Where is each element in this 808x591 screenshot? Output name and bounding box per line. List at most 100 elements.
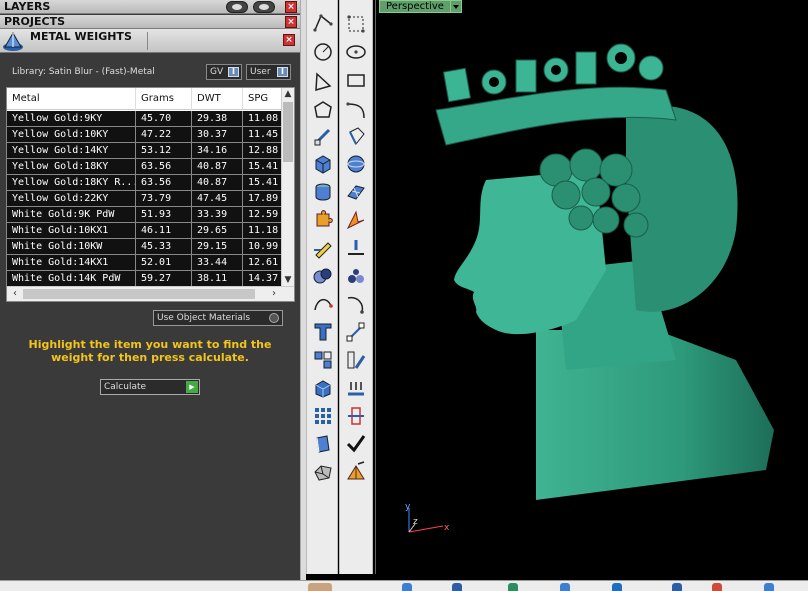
dwt-cell: 33.44 <box>192 255 243 270</box>
column-header-dwt[interactable]: DWT <box>192 88 243 110</box>
grid-tool-icon[interactable] <box>311 404 335 428</box>
puzzle-tool-icon[interactable] <box>311 208 335 232</box>
grams-cell: 47.22 <box>136 127 192 142</box>
mesh-tool-icon[interactable] <box>311 460 335 484</box>
cylinder-tool-icon[interactable] <box>311 180 335 204</box>
solid-box-icon[interactable] <box>311 376 335 400</box>
table-row[interactable]: White Gold:9K PdW 51.93 33.39 12.59 <box>7 207 282 223</box>
axis-z-label: z <box>413 517 418 527</box>
surface-tool-icon[interactable] <box>344 180 368 204</box>
pyramid-tool-icon[interactable] <box>344 460 368 484</box>
transform-tool-icon[interactable] <box>311 124 335 148</box>
boolean-spheres-icon[interactable] <box>311 264 335 288</box>
metal-weights-table[interactable]: Metal Grams DWT SPG Yellow Gold:9KY 45.70… <box>6 87 295 302</box>
table-row[interactable]: Yellow Gold:22KY 73.79 47.45 17.89 <box>7 191 282 207</box>
vertical-scrollbar[interactable]: ▲ ▼ <box>281 88 294 286</box>
sphere-tool-icon[interactable] <box>344 152 368 176</box>
rectangle-tool-icon[interactable] <box>344 68 368 92</box>
horizontal-scrollbar[interactable]: ‹ › <box>7 286 294 301</box>
table-row[interactable]: White Gold:14KX1 52.01 33.44 12.61 <box>7 255 282 271</box>
column-header-grams[interactable]: Grams <box>136 88 192 110</box>
checkmark-icon[interactable] <box>344 432 368 456</box>
polyline-tool-icon[interactable] <box>311 10 335 34</box>
3d-bust-model[interactable] <box>406 30 786 520</box>
vertical-scroll-thumb[interactable] <box>283 102 293 162</box>
close-metal-weights-button[interactable]: × <box>283 34 295 46</box>
gv-button[interactable]: GV I <box>206 64 242 80</box>
table-row[interactable]: Yellow Gold:18KY R... 63.56 40.87 15.41 <box>7 175 282 191</box>
scale-tool-icon[interactable] <box>344 320 368 344</box>
taskbar-app-icon[interactable] <box>560 583 570 591</box>
fillet-tool-icon[interactable] <box>344 208 368 232</box>
close-projects-button[interactable]: × <box>285 16 297 28</box>
box-primitive-icon[interactable] <box>311 152 335 176</box>
metal-cell: White Gold:9K PdW <box>7 207 136 222</box>
taskbar-app-icon[interactable] <box>402 583 412 591</box>
taskbar-app-icon[interactable] <box>764 583 774 591</box>
dwt-cell: 40.87 <box>192 175 243 190</box>
table-row[interactable]: Yellow Gold:14KY 53.12 34.16 12.88 <box>7 143 282 159</box>
table-row[interactable]: Yellow Gold:10KY 47.22 30.37 11.45 <box>7 127 282 143</box>
column-header-spg[interactable]: SPG <box>243 88 282 110</box>
user-button[interactable]: User I <box>246 64 291 80</box>
render-tool-icon[interactable] <box>311 432 335 456</box>
column-header-metal[interactable]: Metal <box>7 88 136 110</box>
table-row[interactable]: White Gold:14K PdW 59.27 38.11 14.37 <box>7 271 282 286</box>
curve-tool-icon[interactable] <box>311 292 335 316</box>
mirror-tool-icon[interactable] <box>344 348 368 372</box>
layer-visibility-icon[interactable] <box>226 1 248 13</box>
cluster-tool-icon[interactable] <box>344 264 368 288</box>
taskbar-app-icon[interactable] <box>452 583 462 591</box>
scroll-right-icon[interactable]: › <box>268 287 280 301</box>
metal-cell: White Gold:10KW <box>7 239 136 254</box>
metal-cell: Yellow Gold:18KY <box>7 159 136 174</box>
triangle-tool-icon[interactable] <box>311 70 335 94</box>
polygon-tool-icon[interactable] <box>311 98 335 122</box>
horizontal-scroll-thumb[interactable] <box>23 289 255 299</box>
taskbar-app-icon[interactable] <box>672 583 682 591</box>
table-row[interactable]: White Gold:10KW 45.33 29.15 10.99 <box>7 239 282 255</box>
dwt-cell: 29.65 <box>192 223 243 238</box>
shell-tool-icon[interactable] <box>344 124 368 148</box>
edit-pencil-icon[interactable] <box>311 236 335 260</box>
scroll-down-icon[interactable]: ▼ <box>282 274 294 286</box>
align-tool-icon[interactable] <box>344 236 368 260</box>
array-tool-icon[interactable] <box>311 348 335 372</box>
radio-icon[interactable] <box>269 313 279 323</box>
close-layers-button[interactable]: × <box>285 1 297 13</box>
viewport-label[interactable]: Perspective <box>379 0 451 13</box>
table-row[interactable]: Yellow Gold:18KY 63.56 40.87 15.41 <box>7 159 282 175</box>
scroll-left-icon[interactable]: ‹ <box>9 287 21 301</box>
viewport-dropdown-icon[interactable] <box>450 0 462 13</box>
eye-icon[interactable] <box>253 1 275 13</box>
tool-palette-left <box>306 0 338 574</box>
table-row[interactable]: Yellow Gold:9KY 45.70 29.38 11.08 <box>7 111 282 127</box>
ellipse-tool-icon[interactable] <box>344 40 368 64</box>
calculate-button[interactable]: Calculate ▶ <box>100 379 200 395</box>
table-row[interactable]: White Gold:10KX1 46.11 29.65 11.18 <box>7 223 282 239</box>
use-object-materials-label: Use Object Materials <box>157 313 251 323</box>
taskbar-avatar-icon[interactable] <box>308 583 332 591</box>
split-tool-icon[interactable] <box>344 404 368 428</box>
perspective-viewport[interactable]: Perspective y z x <box>375 0 808 574</box>
metal-cell: White Gold:10KX1 <box>7 223 136 238</box>
scroll-up-icon[interactable]: ▲ <box>282 88 294 100</box>
taskbar-app-icon[interactable] <box>612 583 622 591</box>
taskbar-app-icon[interactable] <box>508 583 518 591</box>
text-tool-icon[interactable] <box>311 320 335 344</box>
arc-tool-icon[interactable] <box>344 98 368 122</box>
bezier-tool-icon[interactable] <box>344 292 368 316</box>
axis-x-label: x <box>444 523 450 533</box>
circle-tool-icon[interactable] <box>311 40 335 64</box>
taskbar-app-icon[interactable] <box>712 583 722 591</box>
metal-cell: White Gold:14K PdW <box>7 271 136 286</box>
dwt-cell: 30.37 <box>192 127 243 142</box>
layers-panel-header[interactable]: LAYERS × <box>0 0 300 14</box>
extrude-tool-icon[interactable] <box>344 376 368 400</box>
use-object-materials-option[interactable]: Use Object Materials <box>153 310 283 326</box>
play-icon: ▶ <box>186 381 198 393</box>
projects-panel-header[interactable]: PROJECTS × <box>0 15 300 29</box>
rectangle-select-icon[interactable] <box>344 12 368 36</box>
spg-cell: 12.59 <box>243 207 282 222</box>
metal-weights-icon <box>3 31 23 51</box>
